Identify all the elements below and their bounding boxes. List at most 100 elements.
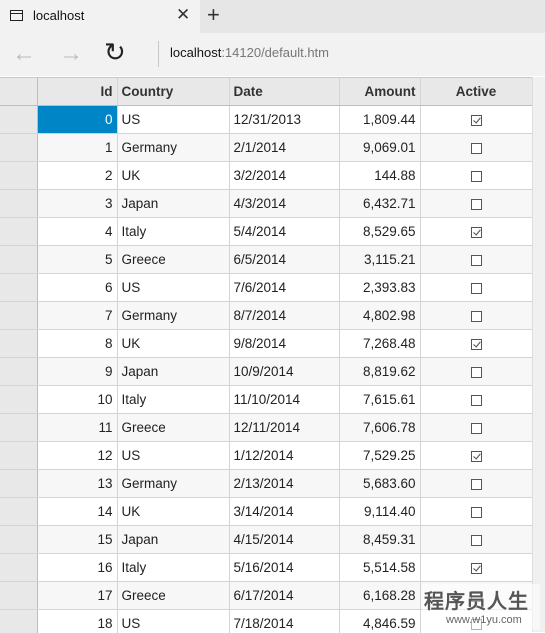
table-row[interactable]: 0US12/31/20131,809.44 [0,106,532,134]
cell-active[interactable] [420,470,532,498]
cell-amount[interactable]: 7,268.48 [339,330,420,358]
row-header[interactable] [0,330,37,358]
table-row[interactable]: 11Greece12/11/20147,606.78 [0,414,532,442]
cell-date[interactable]: 12/31/2013 [229,106,339,134]
active-checkbox[interactable] [471,339,482,350]
row-header[interactable] [0,442,37,470]
cell-id[interactable]: 5 [37,246,117,274]
cell-date[interactable]: 11/10/2014 [229,386,339,414]
cell-date[interactable]: 4/15/2014 [229,526,339,554]
cell-id[interactable]: 11 [37,414,117,442]
row-header[interactable] [0,246,37,274]
column-header-date[interactable]: Date [229,78,339,106]
table-row[interactable]: 12US1/12/20147,529.25 [0,442,532,470]
cell-amount[interactable]: 3,115.21 [339,246,420,274]
cell-date[interactable]: 3/14/2014 [229,498,339,526]
cell-amount[interactable]: 7,529.25 [339,442,420,470]
cell-country[interactable]: Greece [117,414,229,442]
active-checkbox[interactable] [471,563,482,574]
active-checkbox[interactable] [471,423,482,434]
cell-date[interactable]: 5/16/2014 [229,554,339,582]
cell-amount[interactable]: 7,606.78 [339,414,420,442]
cell-id[interactable]: 0 [37,106,117,134]
cell-amount[interactable]: 8,819.62 [339,358,420,386]
cell-date[interactable]: 7/18/2014 [229,610,339,633]
active-checkbox[interactable] [471,367,482,378]
cell-active[interactable] [420,274,532,302]
row-header[interactable] [0,218,37,246]
table-row[interactable]: 3Japan4/3/20146,432.71 [0,190,532,218]
table-row[interactable]: 2UK3/2/2014144.88 [0,162,532,190]
cell-amount[interactable]: 4,846.59 [339,610,420,633]
row-header[interactable] [0,386,37,414]
cell-date[interactable]: 5/4/2014 [229,218,339,246]
row-header[interactable] [0,554,37,582]
cell-amount[interactable]: 1,809.44 [339,106,420,134]
cell-date[interactable]: 7/6/2014 [229,274,339,302]
row-header[interactable] [0,190,37,218]
address-bar[interactable]: localhost:14120/default.htm [170,45,329,60]
cell-country[interactable]: Japan [117,358,229,386]
cell-id[interactable]: 10 [37,386,117,414]
cell-id[interactable]: 6 [37,274,117,302]
browser-tab[interactable]: localhost ✕ [0,0,200,33]
cell-active[interactable] [420,330,532,358]
table-row[interactable]: 8UK9/8/20147,268.48 [0,330,532,358]
cell-country[interactable]: UK [117,330,229,358]
table-row[interactable]: 10Italy11/10/20147,615.61 [0,386,532,414]
cell-active[interactable] [420,442,532,470]
active-checkbox[interactable] [471,283,482,294]
cell-date[interactable]: 6/17/2014 [229,582,339,610]
cell-amount[interactable]: 5,514.58 [339,554,420,582]
cell-date[interactable]: 9/8/2014 [229,330,339,358]
cell-active[interactable] [420,218,532,246]
cell-country[interactable]: Germany [117,302,229,330]
cell-amount[interactable]: 9,114.40 [339,498,420,526]
cell-country[interactable]: UK [117,498,229,526]
cell-id[interactable]: 16 [37,554,117,582]
cell-id[interactable]: 15 [37,526,117,554]
cell-active[interactable] [420,358,532,386]
cell-id[interactable]: 1 [37,134,117,162]
active-checkbox[interactable] [471,451,482,462]
cell-country[interactable]: Greece [117,246,229,274]
cell-country[interactable]: US [117,274,229,302]
cell-active[interactable] [420,526,532,554]
active-checkbox[interactable] [471,143,482,154]
cell-id[interactable]: 18 [37,610,117,633]
table-row[interactable]: 16Italy5/16/20145,514.58 [0,554,532,582]
cell-amount[interactable]: 144.88 [339,162,420,190]
cell-amount[interactable]: 5,683.60 [339,470,420,498]
cell-amount[interactable]: 9,069.01 [339,134,420,162]
cell-date[interactable]: 2/13/2014 [229,470,339,498]
column-header-id[interactable]: Id [37,78,117,106]
table-row[interactable]: 9Japan10/9/20148,819.62 [0,358,532,386]
cell-id[interactable]: 9 [37,358,117,386]
cell-active[interactable] [420,414,532,442]
table-row[interactable]: 6US7/6/20142,393.83 [0,274,532,302]
cell-active[interactable] [420,386,532,414]
cell-id[interactable]: 3 [37,190,117,218]
close-tab-icon[interactable]: ✕ [176,6,190,23]
active-checkbox[interactable] [471,227,482,238]
row-header[interactable] [0,610,37,633]
active-checkbox[interactable] [471,171,482,182]
row-header[interactable] [0,134,37,162]
cell-country[interactable]: Japan [117,526,229,554]
cell-id[interactable]: 4 [37,218,117,246]
table-row[interactable]: 4Italy5/4/20148,529.65 [0,218,532,246]
cell-id[interactable]: 8 [37,330,117,358]
cell-country[interactable]: Greece [117,582,229,610]
table-row[interactable]: 5Greece6/5/20143,115.21 [0,246,532,274]
cell-amount[interactable]: 8,459.31 [339,526,420,554]
cell-date[interactable]: 3/2/2014 [229,162,339,190]
cell-active[interactable] [420,134,532,162]
cell-country[interactable]: Germany [117,470,229,498]
row-header[interactable] [0,302,37,330]
table-row[interactable]: 15Japan4/15/20148,459.31 [0,526,532,554]
cell-active[interactable] [420,554,532,582]
vertical-scrollbar[interactable] [532,77,545,632]
table-row[interactable]: 7Germany8/7/20144,802.98 [0,302,532,330]
cell-date[interactable]: 10/9/2014 [229,358,339,386]
row-header[interactable] [0,358,37,386]
